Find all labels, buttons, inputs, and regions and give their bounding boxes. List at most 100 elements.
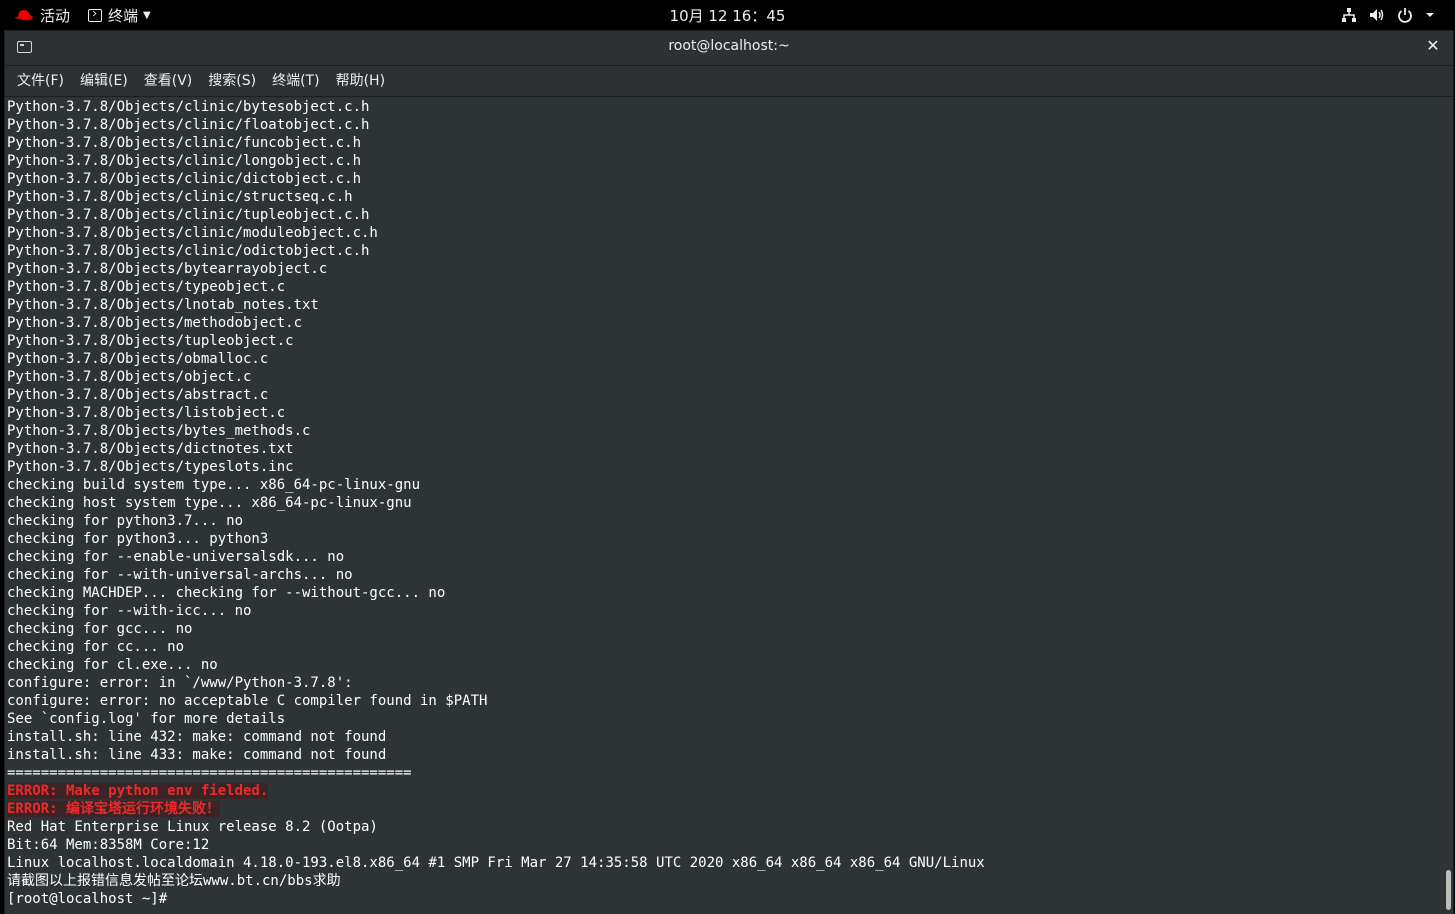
clock[interactable]: 10月 12 16：45: [670, 5, 786, 26]
terminal-line-text: Bit:64 Mem:8358M Core:12: [7, 837, 210, 853]
terminal-line: checking for cl.exe... no: [7, 656, 985, 674]
terminal-line-text: ERROR: Make python env fielded.: [7, 783, 269, 799]
terminal-output[interactable]: Python-3.7.8/Objects/clinic/bytesobject.…: [5, 98, 1453, 914]
system-tray[interactable]: [1341, 0, 1435, 30]
terminal-line: checking for python3... python3: [7, 530, 985, 548]
terminal-line-text: Python-3.7.8/Objects/clinic/odictobject.…: [7, 243, 370, 259]
menu-help[interactable]: 帮助(H): [328, 66, 393, 97]
terminal-line-text: Python-3.7.8/Objects/clinic/moduleobject…: [7, 225, 378, 241]
terminal-line: Linux localhost.localdomain 4.18.0-193.e…: [7, 854, 985, 872]
terminal-line-text: configure: error: no acceptable C compil…: [7, 693, 488, 709]
terminal-line: checking for --with-universal-archs... n…: [7, 566, 985, 584]
terminal-line-text: checking for python3.7... no: [7, 513, 244, 529]
terminal-line: checking for --with-icc... no: [7, 602, 985, 620]
terminal-line: Python-3.7.8/Objects/clinic/tupleobject.…: [7, 206, 985, 224]
window-titlebar[interactable]: root@localhost:~ ✕: [5, 31, 1453, 66]
terminal-line: Python-3.7.8/Objects/bytearrayobject.c: [7, 260, 985, 278]
terminal-lines: Python-3.7.8/Objects/clinic/bytesobject.…: [7, 98, 985, 908]
menu-terminal[interactable]: 终端(T): [264, 66, 327, 97]
terminal-line: Python-3.7.8/Objects/clinic/bytesobject.…: [7, 98, 985, 116]
chevron-down-icon: ▼: [143, 9, 151, 21]
terminal-line-text: Python-3.7.8/Objects/clinic/floatobject.…: [7, 117, 370, 133]
terminal-line: Python-3.7.8/Objects/listobject.c: [7, 404, 985, 422]
terminal-line-text: Python-3.7.8/Objects/bytes_methods.c: [7, 423, 311, 439]
terminal-line: configure: error: no acceptable C compil…: [7, 692, 985, 710]
redhat-logo-icon: [15, 10, 33, 21]
terminal-line-text: Python-3.7.8/Objects/clinic/funcobject.c…: [7, 135, 362, 151]
top-bar: 活动 终端 ▼ 10月 12 16：45: [0, 0, 1455, 30]
terminal-line: Python-3.7.8/Objects/clinic/floatobject.…: [7, 116, 985, 134]
terminal-line: checking MACHDEP... checking for --witho…: [7, 584, 985, 602]
terminal-line-text: checking for --enable-universalsdk... no: [7, 549, 345, 565]
scrollbar-thumb[interactable]: [1446, 870, 1451, 910]
terminal-line-text: Python-3.7.8/Objects/clinic/longobject.c…: [7, 153, 362, 169]
system-menu-chevron-icon[interactable]: [1425, 7, 1435, 23]
shell-prompt: [root@localhost ~]#: [7, 890, 985, 908]
terminal-line: checking for gcc... no: [7, 620, 985, 638]
terminal-line-text: Python-3.7.8/Objects/clinic/tupleobject.…: [7, 207, 370, 223]
terminal-line-text: Python-3.7.8/Objects/clinic/bytesobject.…: [7, 99, 370, 115]
terminal-line-text: [root@localhost ~]#: [7, 891, 168, 907]
terminal-line-text: Python-3.7.8/Objects/listobject.c: [7, 405, 286, 421]
terminal-line: Python-3.7.8/Objects/bytes_methods.c: [7, 422, 985, 440]
terminal-line: Red Hat Enterprise Linux release 8.2 (Oo…: [7, 818, 985, 836]
terminal-line-text: Python-3.7.8/Objects/bytearrayobject.c: [7, 261, 328, 277]
terminal-line: Python-3.7.8/Objects/clinic/dictobject.c…: [7, 170, 985, 188]
terminal-line-text: install.sh: line 432: make: command not …: [7, 729, 387, 745]
terminal-line-text: Python-3.7.8/Objects/abstract.c: [7, 387, 269, 403]
menu-bar: 文件(F) 编辑(E) 查看(V) 搜索(S) 终端(T) 帮助(H): [5, 66, 1453, 97]
terminal-line-text: Python-3.7.8/Objects/obmalloc.c: [7, 351, 269, 367]
terminal-line-text: checking host system type... x86_64-pc-l…: [7, 495, 412, 511]
network-icon[interactable]: [1341, 7, 1357, 23]
terminal-line-text: 请截图以上报错信息发帖至论坛www.bt.cn/bbs求助: [7, 873, 341, 889]
terminal-line: Python-3.7.8/Objects/methodobject.c: [7, 314, 985, 332]
terminal-line-text: See `config.log' for more details: [7, 711, 286, 727]
terminal-line-text: Python-3.7.8/Objects/clinic/dictobject.c…: [7, 171, 362, 187]
terminal-line: Python-3.7.8/Objects/clinic/structseq.c.…: [7, 188, 985, 206]
terminal-line-text: checking for python3... python3: [7, 531, 269, 547]
terminal-line: Python-3.7.8/Objects/dictnotes.txt: [7, 440, 985, 458]
app-menu-label: 终端: [108, 6, 139, 25]
terminal-line: See `config.log' for more details: [7, 710, 985, 728]
terminal-line-text: checking build system type... x86_64-pc-…: [7, 477, 421, 493]
menu-search[interactable]: 搜索(S): [200, 66, 264, 97]
terminal-line-text: Python-3.7.8/Objects/object.c: [7, 369, 252, 385]
activities-label: 活动: [40, 6, 71, 25]
terminal-line-text: Python-3.7.8/Objects/tupleobject.c: [7, 333, 294, 349]
terminal-line: Python-3.7.8/Objects/typeslots.inc: [7, 458, 985, 476]
terminal-line: configure: error: in `/www/Python-3.7.8'…: [7, 674, 985, 692]
terminal-line-text: ========================================…: [7, 765, 412, 781]
terminal-line-text: Python-3.7.8/Objects/clinic/structseq.c.…: [7, 189, 353, 205]
clock-container: 10月 12 16：45: [0, 0, 1455, 30]
terminal-line-text: Python-3.7.8/Objects/lnotab_notes.txt: [7, 297, 319, 313]
terminal-line-text: checking for --with-icc... no: [7, 603, 252, 619]
close-icon[interactable]: ✕: [1423, 36, 1443, 56]
menu-view[interactable]: 查看(V): [136, 66, 201, 97]
window-title: root@localhost:~: [668, 38, 790, 54]
terminal-line: Python-3.7.8/Objects/clinic/moduleobject…: [7, 224, 985, 242]
activities-button[interactable]: 活动: [14, 0, 70, 30]
terminal-line: Python-3.7.8/Objects/abstract.c: [7, 386, 985, 404]
terminal-line-text: checking for gcc... no: [7, 621, 193, 637]
terminal-icon: [88, 8, 102, 22]
volume-icon[interactable]: [1369, 7, 1385, 23]
terminal-line-text: Python-3.7.8/Objects/typeslots.inc: [7, 459, 294, 475]
terminal-line: checking host system type... x86_64-pc-l…: [7, 494, 985, 512]
terminal-line: ERROR: 编译宝塔运行环境失败！: [7, 800, 985, 818]
terminal-line: install.sh: line 432: make: command not …: [7, 728, 985, 746]
terminal-line: Python-3.7.8/Objects/object.c: [7, 368, 985, 386]
scrollbar[interactable]: [1445, 98, 1451, 914]
menu-file[interactable]: 文件(F): [9, 66, 72, 97]
terminal-line: Bit:64 Mem:8358M Core:12: [7, 836, 985, 854]
terminal-line: Python-3.7.8/Objects/clinic/longobject.c…: [7, 152, 985, 170]
terminal-line: checking build system type... x86_64-pc-…: [7, 476, 985, 494]
terminal-line-text: ERROR: 编译宝塔运行环境失败！: [7, 801, 221, 817]
power-icon[interactable]: [1397, 7, 1413, 23]
terminal-window: root@localhost:~ ✕ 文件(F) 编辑(E) 查看(V) 搜索(…: [4, 30, 1454, 914]
terminal-line-text: Python-3.7.8/Objects/typeobject.c: [7, 279, 286, 295]
app-menu-button[interactable]: 终端 ▼: [88, 0, 151, 30]
menu-edit[interactable]: 编辑(E): [72, 66, 136, 97]
terminal-line-text: checking for --with-universal-archs... n…: [7, 567, 353, 583]
terminal-line: 请截图以上报错信息发帖至论坛www.bt.cn/bbs求助: [7, 872, 985, 890]
terminal-line: checking for --enable-universalsdk... no: [7, 548, 985, 566]
